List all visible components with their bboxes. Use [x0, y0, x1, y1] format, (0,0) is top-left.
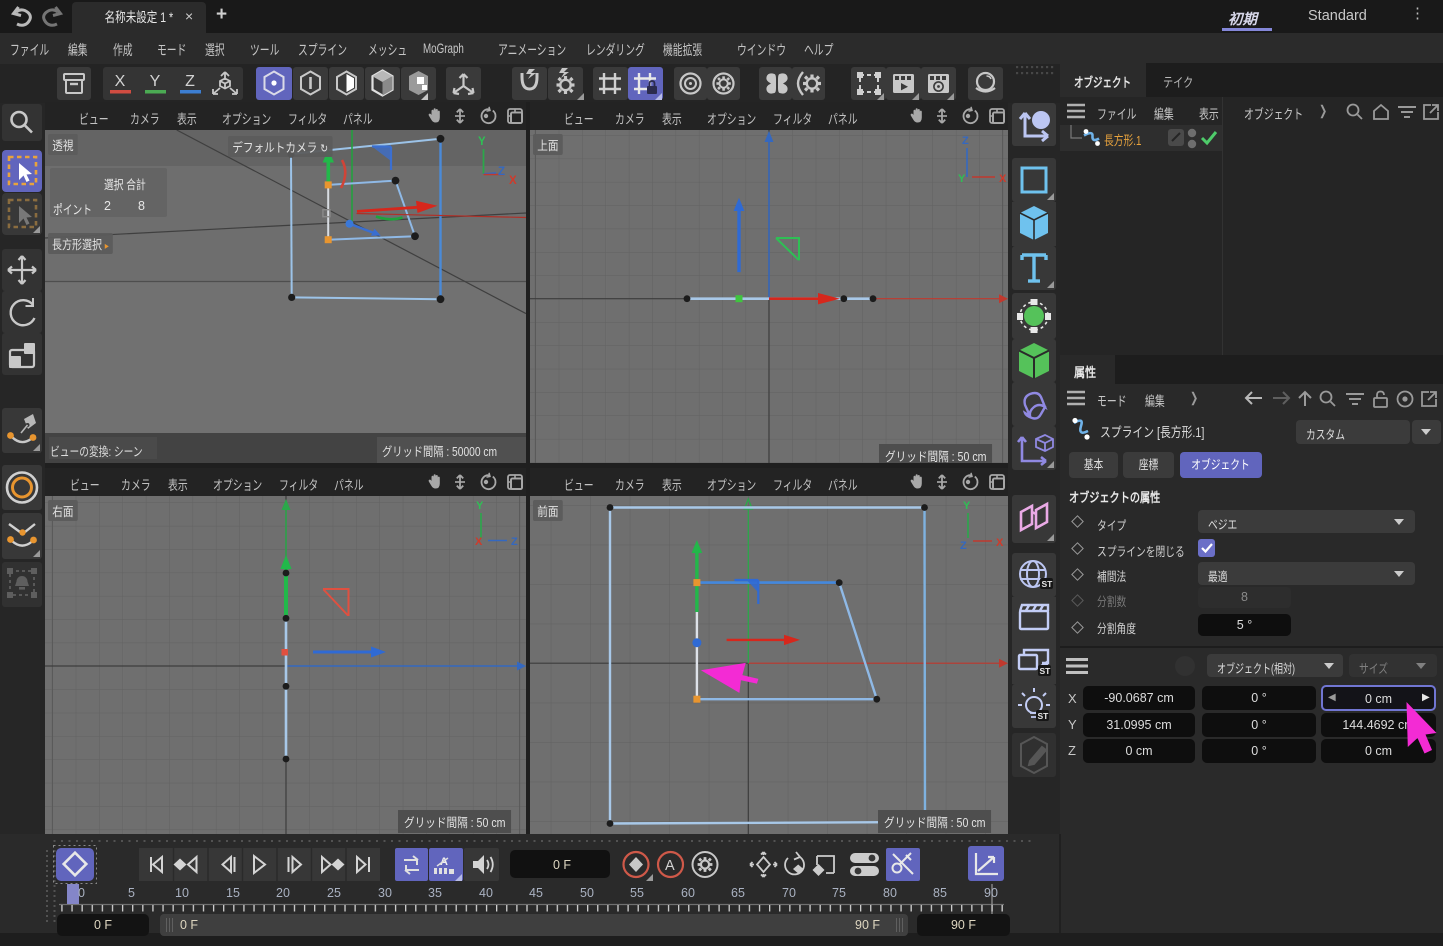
- svg-text:Z: Z: [960, 540, 967, 552]
- svg-text:ST: ST: [1040, 666, 1052, 676]
- svg-text:X: X: [115, 73, 126, 90]
- svg-text:0 F: 0 F: [553, 858, 571, 872]
- svg-text:A: A: [665, 858, 675, 874]
- svg-text:Y: Y: [963, 500, 971, 512]
- svg-text:ST: ST: [1038, 711, 1050, 721]
- svg-text:Z: Z: [185, 73, 195, 90]
- svg-text:X: X: [999, 173, 1007, 185]
- svg-text:Y: Y: [476, 500, 484, 512]
- svg-text:X: X: [475, 536, 483, 548]
- svg-text:Z: Z: [962, 135, 969, 147]
- svg-text:Z: Z: [511, 536, 518, 548]
- svg-text:Z: Z: [498, 166, 505, 178]
- svg-text:X: X: [509, 175, 517, 187]
- svg-text:A: A: [440, 856, 448, 868]
- svg-text:X: X: [996, 537, 1004, 549]
- svg-text:Y: Y: [478, 136, 486, 148]
- svg-text:Y: Y: [150, 73, 161, 90]
- svg-text:Y: Y: [958, 173, 966, 185]
- svg-text:ST: ST: [1042, 579, 1054, 589]
